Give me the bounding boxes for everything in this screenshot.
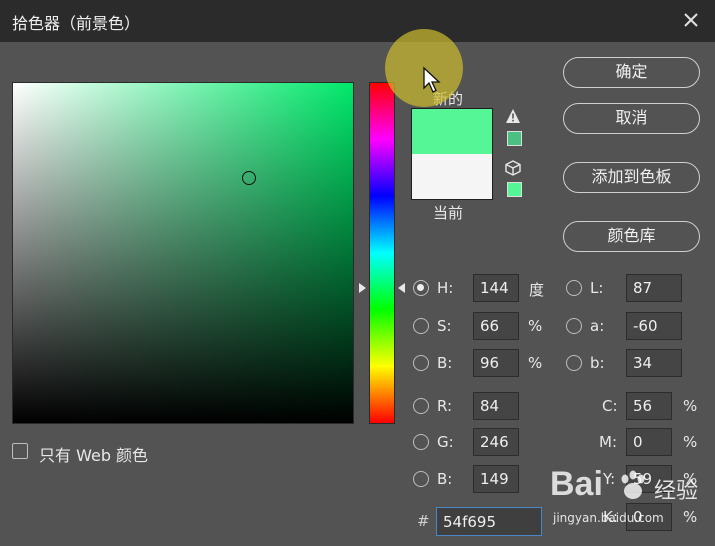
hex-label: # xyxy=(417,512,430,530)
current-color-label: 当前 xyxy=(433,204,464,222)
hue-input[interactable] xyxy=(473,274,519,302)
close-icon xyxy=(684,13,698,27)
watermark-logo-text: Bai xyxy=(550,465,603,503)
cyan-unit: % xyxy=(683,397,698,415)
brightness-radio[interactable] xyxy=(413,355,429,371)
green-label: G: xyxy=(437,433,454,451)
a-channel-radio[interactable] xyxy=(566,318,582,334)
blue-label: B: xyxy=(437,470,453,488)
cancel-button[interactable]: 取消 xyxy=(563,103,700,134)
color-preview xyxy=(411,108,493,200)
red-input[interactable] xyxy=(473,392,519,420)
magenta-unit: % xyxy=(683,433,698,451)
hue-slider-left-arrow[interactable] xyxy=(357,282,367,294)
color-libraries-button[interactable]: 颜色库 xyxy=(563,221,700,252)
watermark-cn-text: 经验 xyxy=(654,479,699,504)
brightness-input[interactable] xyxy=(473,349,519,377)
watermark-url: jingyan.baidu.com xyxy=(553,511,664,525)
ok-button[interactable]: 确定 xyxy=(563,57,700,88)
hue-label: H: xyxy=(437,279,454,297)
title-bar: 拾色器（前景色） xyxy=(0,0,715,42)
red-label: R: xyxy=(437,397,453,415)
hue-unit: 度 xyxy=(529,281,545,299)
saturation-input[interactable] xyxy=(473,312,519,340)
a-channel-input[interactable] xyxy=(626,312,682,340)
lightness-radio[interactable] xyxy=(566,280,582,296)
new-color-swatch xyxy=(412,109,492,154)
lightness-input[interactable] xyxy=(626,274,682,302)
color-field-marker[interactable] xyxy=(242,171,256,185)
saturation-radio[interactable] xyxy=(413,318,429,334)
lightness-label: L: xyxy=(590,279,604,297)
window-title: 拾色器（前景色） xyxy=(12,14,141,33)
magenta-label: M: xyxy=(599,433,617,451)
add-to-swatches-button[interactable]: 添加到色板 xyxy=(563,162,700,193)
close-button[interactable] xyxy=(677,6,705,34)
green-radio[interactable] xyxy=(413,434,429,450)
b-channel-radio[interactable] xyxy=(566,355,582,371)
magenta-input[interactable] xyxy=(626,428,672,456)
color-field[interactable] xyxy=(12,82,354,424)
web-safe-swatch[interactable] xyxy=(507,182,522,197)
saturation-unit: % xyxy=(528,317,543,335)
gamut-warning-swatch[interactable] xyxy=(507,131,522,146)
green-input[interactable] xyxy=(473,428,519,456)
web-only-label: 只有 Web 颜色 xyxy=(39,446,149,465)
web-only-checkbox[interactable] xyxy=(12,443,28,459)
blue-input[interactable] xyxy=(473,465,519,493)
hue-slider-right-arrow[interactable] xyxy=(397,282,407,294)
baidu-watermark: Bai 经验 jingyan.baidu.com xyxy=(550,465,710,535)
b-channel-label: b: xyxy=(590,354,605,372)
cyan-input[interactable] xyxy=(626,392,672,420)
cube-icon[interactable] xyxy=(505,160,521,176)
warning-triangle-icon[interactable] xyxy=(505,108,521,124)
mouse-cursor-icon xyxy=(423,66,441,93)
saturation-label: S: xyxy=(437,317,452,335)
hue-slider[interactable] xyxy=(369,82,395,424)
hue-radio[interactable] xyxy=(413,280,429,296)
blue-radio[interactable] xyxy=(413,471,429,487)
red-radio[interactable] xyxy=(413,398,429,414)
b-channel-input[interactable] xyxy=(626,349,682,377)
brightness-unit: % xyxy=(528,354,543,372)
a-channel-label: a: xyxy=(590,317,605,335)
brightness-label: B: xyxy=(437,354,453,372)
hex-input[interactable] xyxy=(436,507,542,536)
current-color-swatch[interactable] xyxy=(412,154,492,199)
cyan-label: C: xyxy=(602,397,618,415)
baidu-paw-icon xyxy=(621,470,645,499)
